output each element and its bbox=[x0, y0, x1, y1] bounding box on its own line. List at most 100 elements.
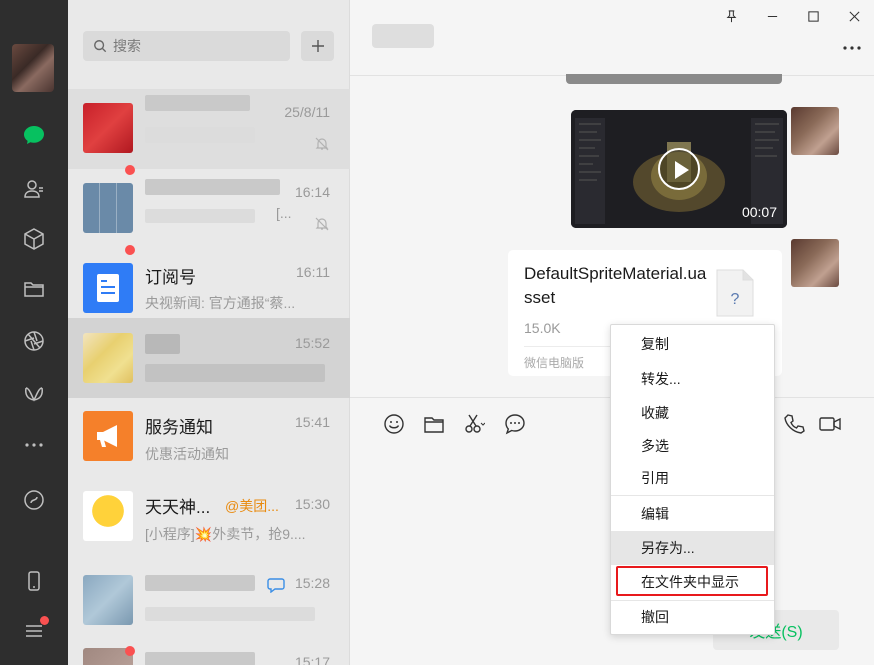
channels-icon[interactable] bbox=[17, 483, 51, 517]
mini-program-avatar bbox=[83, 491, 133, 541]
chat-item[interactable]: 16:14 [... bbox=[68, 165, 350, 249]
megaphone-icon bbox=[97, 425, 117, 447]
chat-preview: 优惠活动通知 bbox=[145, 446, 229, 462]
unread-dot bbox=[125, 165, 135, 175]
phone-device-icon[interactable] bbox=[17, 564, 51, 598]
chat-preview: [小程序]💥外卖节，抢9.... bbox=[145, 526, 306, 542]
menu-item-forward[interactable]: 转发... bbox=[611, 362, 774, 396]
chat-time: 16:14 bbox=[294, 184, 330, 200]
folder-icon[interactable] bbox=[17, 272, 51, 306]
add-button[interactable] bbox=[301, 31, 334, 61]
more-dots-icon[interactable] bbox=[17, 428, 51, 462]
emoji-button[interactable] bbox=[381, 411, 407, 437]
menu-item-quote[interactable]: 引用 bbox=[611, 461, 774, 495]
more-dots-icon bbox=[843, 46, 861, 50]
unread-dot bbox=[125, 646, 135, 656]
chat-item[interactable]: 订阅号 16:11 央视新闻: 官方通报“蔡... bbox=[68, 245, 350, 329]
search-input[interactable] bbox=[113, 38, 273, 54]
menu-item-multi-select[interactable]: 多选 bbox=[611, 429, 774, 463]
pin-button[interactable] bbox=[721, 6, 741, 26]
self-avatar[interactable] bbox=[791, 239, 839, 287]
collections-cube-icon[interactable] bbox=[17, 222, 51, 256]
chat-title: 订阅号 bbox=[145, 268, 196, 287]
chat-item[interactable]: 服务通知 15:41 优惠活动通知 bbox=[68, 409, 350, 489]
file-icon-glyph: ? bbox=[731, 291, 740, 308]
contacts-icon[interactable] bbox=[17, 172, 51, 206]
emoji-icon bbox=[384, 414, 404, 434]
phone-icon bbox=[784, 414, 805, 434]
video-duration: 00:07 bbox=[741, 204, 777, 220]
maximize-icon bbox=[807, 10, 819, 22]
chat-nav-icon[interactable] bbox=[17, 118, 51, 152]
chat-title-redacted bbox=[145, 179, 280, 195]
chat-time: 15:41 bbox=[294, 414, 330, 430]
previous-message-edge bbox=[566, 74, 782, 84]
chat-avatar bbox=[83, 575, 133, 625]
chat-name-redacted bbox=[372, 24, 434, 48]
search-box[interactable] bbox=[83, 31, 290, 61]
chat-more-button[interactable] bbox=[840, 38, 864, 58]
moments-aperture-icon[interactable] bbox=[17, 324, 51, 358]
chat-time: 25/8/11 bbox=[284, 104, 330, 120]
chat-preview-redacted bbox=[145, 364, 325, 382]
menu-separator bbox=[611, 495, 774, 496]
mute-bell-icon bbox=[315, 137, 329, 151]
screenshot-button[interactable] bbox=[461, 411, 487, 437]
chat-title-redacted bbox=[145, 334, 180, 354]
bubble-icon bbox=[267, 578, 285, 593]
close-button[interactable] bbox=[844, 6, 864, 26]
folder-icon bbox=[424, 417, 444, 433]
video-camera-icon bbox=[819, 417, 841, 431]
service-avatar bbox=[83, 411, 133, 461]
menu-hamburger-icon[interactable] bbox=[17, 614, 51, 648]
mention-tag: @美团... bbox=[225, 498, 279, 514]
voice-call-button[interactable] bbox=[781, 411, 807, 437]
mute-bell-icon bbox=[315, 217, 329, 231]
subscription-icon bbox=[97, 274, 119, 302]
file-source: 微信电脑版 bbox=[524, 356, 585, 370]
chat-item[interactable]: 15:52 bbox=[68, 318, 350, 398]
chat-time: 15:30 bbox=[294, 496, 330, 512]
message-bubble-icon bbox=[505, 414, 525, 435]
chat-avatar bbox=[83, 103, 133, 153]
chat-avatar bbox=[83, 333, 133, 383]
minimize-button[interactable] bbox=[762, 6, 782, 26]
menu-item-copy[interactable]: 复制 bbox=[611, 327, 774, 361]
chat-preview-redacted bbox=[145, 607, 315, 621]
conversation-list: 25/8/11 16:14 [... 订阅号 16:11 央视新闻: 官方通报“… bbox=[68, 0, 350, 665]
chat-title: 天天神... bbox=[145, 498, 211, 517]
chat-header bbox=[350, 0, 874, 76]
menu-item-save-as[interactable]: 另存为... bbox=[611, 531, 774, 565]
unknown-file-icon: ? bbox=[716, 269, 754, 317]
highlight-annotation bbox=[616, 566, 768, 596]
chat-time: 15:52 bbox=[294, 335, 330, 351]
maximize-button[interactable] bbox=[803, 6, 823, 26]
chat-preview: 央视新闻: 官方通报“蔡... bbox=[145, 295, 296, 311]
video-call-button[interactable] bbox=[817, 411, 843, 437]
menu-item-edit[interactable]: 编辑 bbox=[611, 497, 774, 531]
chat-item[interactable]: 15:28 bbox=[68, 569, 350, 649]
chat-history-button[interactable] bbox=[502, 411, 528, 437]
unread-dot bbox=[125, 245, 135, 255]
play-icon[interactable] bbox=[658, 148, 700, 190]
file-name: DefaultSpriteMaterial.uasset bbox=[524, 264, 707, 307]
plus-icon bbox=[311, 40, 324, 52]
close-icon bbox=[848, 10, 860, 22]
user-avatar[interactable] bbox=[12, 44, 54, 92]
chat-item[interactable]: 15:17 bbox=[68, 642, 350, 665]
chat-title-redacted bbox=[145, 652, 255, 665]
chat-preview: [... bbox=[276, 205, 292, 221]
chat-title: 服务通知 bbox=[145, 418, 213, 437]
menu-item-favorite[interactable]: 收藏 bbox=[611, 396, 774, 430]
menu-item-recall[interactable]: 撤回 bbox=[611, 600, 774, 634]
chat-title-redacted bbox=[145, 575, 255, 591]
mini-program-icon[interactable] bbox=[17, 377, 51, 411]
chat-item[interactable]: 25/8/11 bbox=[68, 89, 350, 169]
chat-item[interactable]: 天天神... @美团... 15:30 [小程序]💥外卖节，抢9.... bbox=[68, 489, 350, 569]
self-avatar[interactable] bbox=[791, 107, 839, 155]
chat-preview-redacted bbox=[145, 209, 255, 223]
chat-time: 15:17 bbox=[294, 654, 330, 665]
chat-time: 16:11 bbox=[296, 264, 330, 280]
send-file-button[interactable] bbox=[421, 411, 447, 437]
video-message[interactable]: 00:07 bbox=[571, 110, 787, 228]
